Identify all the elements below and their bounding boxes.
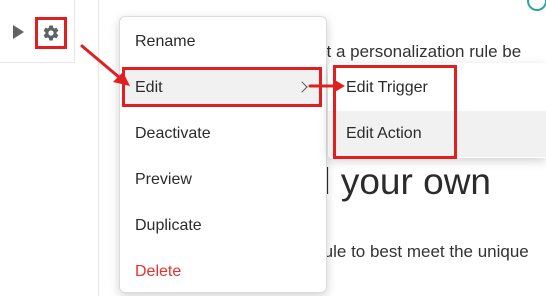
menu-item-label: Duplicate xyxy=(135,217,202,234)
annotation-highlight-box xyxy=(333,65,457,159)
menu-item-edit[interactable]: Edit xyxy=(120,65,326,111)
rule-row xyxy=(0,0,75,63)
rule-context-menu: Rename Edit Deactivate Preview Duplicate… xyxy=(119,16,327,293)
expand-arrow-icon[interactable] xyxy=(13,25,24,39)
menu-item-label: Rename xyxy=(135,33,196,50)
gear-icon xyxy=(43,25,59,41)
help-circle-icon[interactable] xyxy=(527,0,546,11)
menu-item-deactivate[interactable]: Deactivate xyxy=(120,111,326,157)
description-text: ct a personalization rule be xyxy=(318,42,522,61)
description-text-2: rule to best meet the unique xyxy=(318,242,529,261)
page-heading: d your own xyxy=(310,161,491,202)
menu-item-label: Deactivate xyxy=(135,125,211,142)
menu-item-label: Preview xyxy=(135,171,192,188)
edit-submenu: Edit Trigger Edit Action xyxy=(328,63,546,159)
rule-settings-button[interactable] xyxy=(35,17,67,49)
menu-item-label: Edit xyxy=(135,79,163,96)
menu-item-rename[interactable]: Rename xyxy=(120,19,326,65)
menu-item-label: Delete xyxy=(135,263,182,280)
menu-item-duplicate[interactable]: Duplicate xyxy=(120,203,326,249)
menu-item-delete[interactable]: Delete xyxy=(120,249,326,295)
menu-item-preview[interactable]: Preview xyxy=(120,157,326,203)
